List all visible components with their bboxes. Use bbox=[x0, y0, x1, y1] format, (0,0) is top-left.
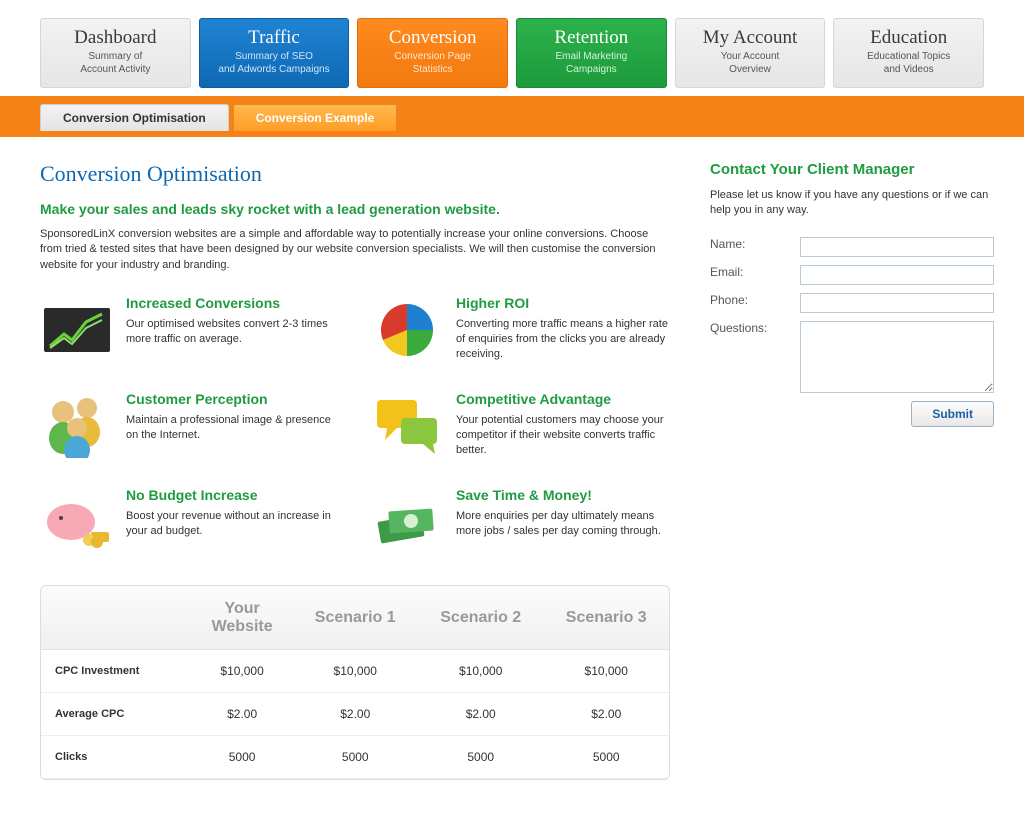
benefit-desc: Your potential customers may choose your… bbox=[456, 413, 670, 458]
benefit-competitive-advantage: Competitive Advantage Your potential cus… bbox=[370, 391, 670, 461]
row-label: Clicks bbox=[41, 736, 192, 779]
label-phone: Phone: bbox=[710, 293, 800, 307]
nav-sub: Your Account Overview bbox=[682, 51, 819, 76]
benefit-desc: Converting more traffic means a higher r… bbox=[456, 317, 670, 362]
subtab-conversion-optimisation[interactable]: Conversion Optimisation bbox=[40, 104, 229, 131]
cell: $10,000 bbox=[418, 650, 543, 693]
cell: 5000 bbox=[543, 736, 669, 779]
page-intro: SponsoredLinX conversion websites are a … bbox=[40, 227, 670, 273]
label-name: Name: bbox=[710, 237, 800, 251]
label-questions: Questions: bbox=[710, 321, 800, 335]
nav-sub: Summary of Account Activity bbox=[47, 51, 184, 76]
email-input[interactable] bbox=[800, 265, 994, 285]
table-header: Scenario 3 bbox=[543, 586, 669, 650]
nav-tab-retention[interactable]: Retention Email Marketing Campaigns bbox=[516, 18, 667, 88]
questions-textarea[interactable] bbox=[800, 321, 994, 393]
table-row: Average CPC $2.00 $2.00 $2.00 $2.00 bbox=[41, 693, 669, 736]
subtab-conversion-example[interactable]: Conversion Example bbox=[233, 104, 398, 131]
table-row: Clicks 5000 5000 5000 5000 bbox=[41, 736, 669, 779]
cell: $2.00 bbox=[543, 693, 669, 736]
nav-title: Traffic bbox=[206, 28, 343, 49]
benefit-customer-perception: Customer Perception Maintain a professio… bbox=[40, 391, 340, 461]
benefit-desc: Boost your revenue without an increase i… bbox=[126, 509, 340, 539]
name-input[interactable] bbox=[800, 237, 994, 257]
table-row: CPC Investment $10,000 $10,000 $10,000 $… bbox=[41, 650, 669, 693]
piggy-bank-icon bbox=[40, 487, 114, 557]
cell: $10,000 bbox=[543, 650, 669, 693]
submit-button[interactable]: Submit bbox=[911, 401, 994, 427]
contact-heading: Contact Your Client Manager bbox=[710, 161, 994, 178]
benefit-title: Increased Conversions bbox=[126, 295, 340, 311]
nav-sub: Summary of SEO and Adwords Campaigns bbox=[206, 51, 343, 76]
benefit-desc: Maintain a professional image & presence… bbox=[126, 413, 340, 443]
nav-title: Dashboard bbox=[47, 28, 184, 49]
cell: $2.00 bbox=[418, 693, 543, 736]
speech-bubbles-icon bbox=[370, 391, 444, 461]
benefit-title: Customer Perception bbox=[126, 391, 340, 407]
nav-sub: Email Marketing Campaigns bbox=[523, 51, 660, 76]
chart-up-icon bbox=[40, 295, 114, 365]
table-header: Scenario 1 bbox=[293, 586, 418, 650]
nav-tab-conversion[interactable]: Conversion Conversion Page Statistics bbox=[357, 18, 508, 88]
cell: 5000 bbox=[293, 736, 418, 779]
table-header: Scenario 2 bbox=[418, 586, 543, 650]
contact-panel: Contact Your Client Manager Please let u… bbox=[710, 161, 994, 780]
nav-tab-traffic[interactable]: Traffic Summary of SEO and Adwords Campa… bbox=[199, 18, 350, 88]
nav-sub: Conversion Page Statistics bbox=[364, 51, 501, 76]
label-email: Email: bbox=[710, 265, 800, 279]
pie-chart-icon bbox=[370, 295, 444, 365]
main-nav: Dashboard Summary of Account Activity Tr… bbox=[0, 0, 1024, 88]
scenario-table: Your Website Scenario 1 Scenario 2 Scena… bbox=[40, 585, 670, 780]
benefit-title: No Budget Increase bbox=[126, 487, 340, 503]
cash-stacks-icon bbox=[370, 487, 444, 557]
cell: $2.00 bbox=[192, 693, 293, 736]
table-header: Your Website bbox=[192, 586, 293, 650]
people-icon bbox=[40, 391, 114, 461]
benefit-title: Higher ROI bbox=[456, 295, 670, 311]
cell: $2.00 bbox=[293, 693, 418, 736]
benefit-save-time-money: Save Time & Money! More enquiries per da… bbox=[370, 487, 670, 557]
benefit-desc: More enquiries per day ultimately means … bbox=[456, 509, 670, 539]
benefits-grid: Increased Conversions Our optimised webs… bbox=[40, 295, 670, 557]
content-left: Conversion Optimisation Make your sales … bbox=[40, 161, 670, 780]
benefit-title: Save Time & Money! bbox=[456, 487, 670, 503]
benefit-title: Competitive Advantage bbox=[456, 391, 670, 407]
contact-intro: Please let us know if you have any quest… bbox=[710, 188, 994, 219]
cell: $10,000 bbox=[293, 650, 418, 693]
nav-title: Education bbox=[840, 28, 977, 49]
sub-nav: Conversion Optimisation Conversion Examp… bbox=[0, 96, 1024, 137]
nav-title: Conversion bbox=[364, 28, 501, 49]
page-title: Conversion Optimisation bbox=[40, 161, 670, 187]
cell: 5000 bbox=[418, 736, 543, 779]
nav-tab-education[interactable]: Education Educational Topics and Videos bbox=[833, 18, 984, 88]
page-lead: Make your sales and leads sky rocket wit… bbox=[40, 201, 670, 217]
benefit-increased-conversions: Increased Conversions Our optimised webs… bbox=[40, 295, 340, 365]
cell: $10,000 bbox=[192, 650, 293, 693]
nav-tab-dashboard[interactable]: Dashboard Summary of Account Activity bbox=[40, 18, 191, 88]
nav-tab-my-account[interactable]: My Account Your Account Overview bbox=[675, 18, 826, 88]
nav-sub: Educational Topics and Videos bbox=[840, 51, 977, 76]
nav-title: Retention bbox=[523, 28, 660, 49]
phone-input[interactable] bbox=[800, 293, 994, 313]
cell: 5000 bbox=[192, 736, 293, 779]
row-label: Average CPC bbox=[41, 693, 192, 736]
benefit-desc: Our optimised websites convert 2-3 times… bbox=[126, 317, 340, 347]
row-label: CPC Investment bbox=[41, 650, 192, 693]
benefit-higher-roi: Higher ROI Converting more traffic means… bbox=[370, 295, 670, 365]
nav-title: My Account bbox=[682, 28, 819, 49]
benefit-no-budget-increase: No Budget Increase Boost your revenue wi… bbox=[40, 487, 340, 557]
